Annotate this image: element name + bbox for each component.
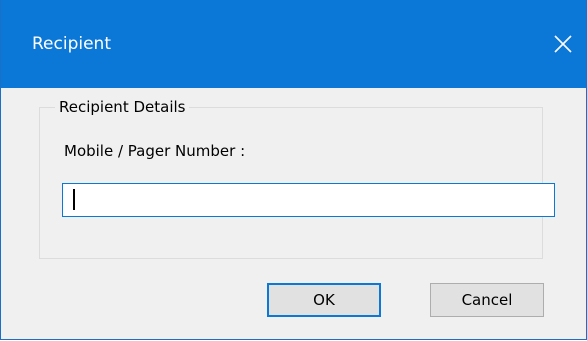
close-icon xyxy=(554,35,572,53)
dialog-body: Recipient Details Mobile / Pager Number … xyxy=(1,88,586,339)
cancel-button[interactable]: Cancel xyxy=(430,283,544,317)
ok-button[interactable]: OK xyxy=(267,283,381,317)
mobile-pager-number-label: Mobile / Pager Number : xyxy=(64,142,246,160)
group-legend: Recipient Details xyxy=(55,96,190,118)
window-title: Recipient xyxy=(32,34,111,54)
mobile-pager-number-input[interactable] xyxy=(62,183,555,217)
title-bar[interactable]: Recipient xyxy=(1,0,586,88)
text-caret xyxy=(73,189,75,210)
recipient-dialog: Recipient Recipient Details Mobile / Pag… xyxy=(0,0,587,340)
close-button[interactable] xyxy=(540,22,586,66)
